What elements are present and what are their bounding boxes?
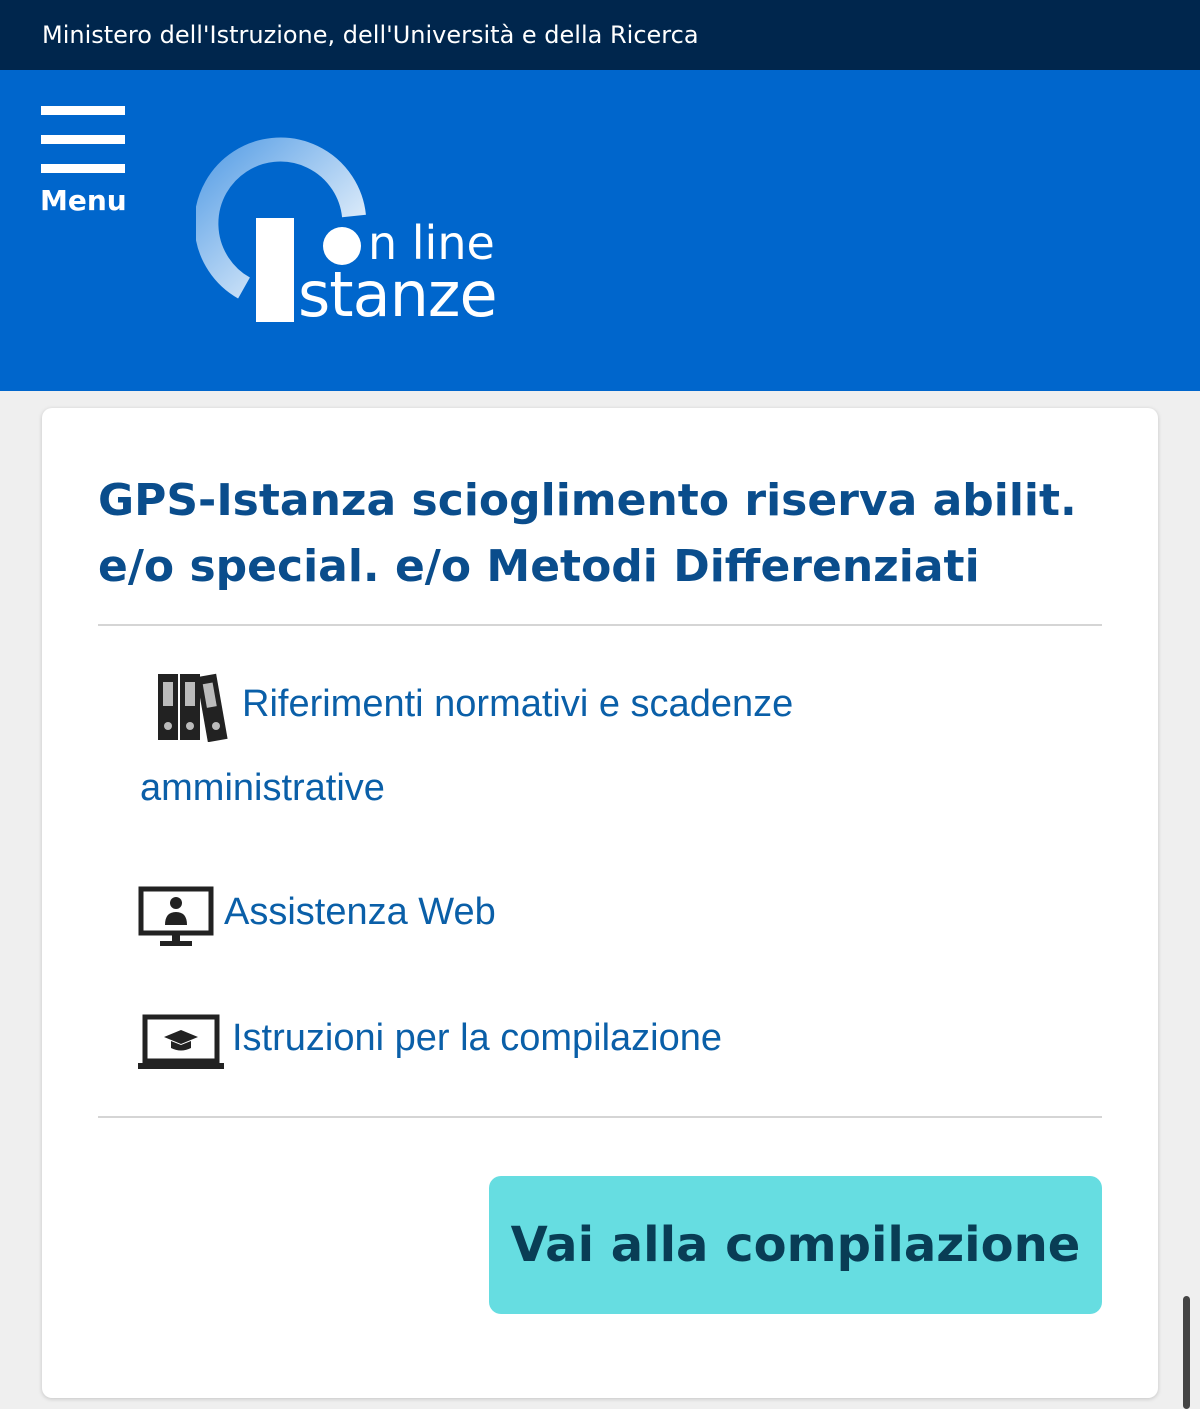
menu-button[interactable]: Menu [40,106,127,217]
scrollbar-thumb[interactable] [1183,1296,1190,1409]
monitor-person-icon [138,886,214,946]
divider [98,624,1102,626]
divider [98,1116,1102,1118]
link-assistenza-web[interactable]: Assistenza Web [224,870,496,954]
ministry-topbar: Ministero dell'Istruzione, dell'Universi… [0,0,1200,70]
link-istruzioni-compilazione[interactable]: Istruzioni per la compilazione [232,996,722,1080]
laptop-graduation-icon [138,1014,224,1069]
site-header [0,70,1200,391]
page-title: GPS-Istanza scioglimento riserva abilit.… [98,475,1077,592]
vai-alla-compilazione-button[interactable]: Vai alla compilazione [489,1176,1102,1314]
service-card: GPS-Istanza scioglimento riserva abilit.… [42,408,1158,1398]
istanze-online-logo[interactable]: n line stanze [194,136,516,336]
menu-label: Menu [40,184,127,217]
link-riferimenti-normativi[interactable]: Riferimenti normativi e scadenze amminis… [140,662,1000,830]
logo-stanze-text: stanze [298,258,498,331]
ministry-name: Ministero dell'Istruzione, dell'Universi… [42,21,699,49]
